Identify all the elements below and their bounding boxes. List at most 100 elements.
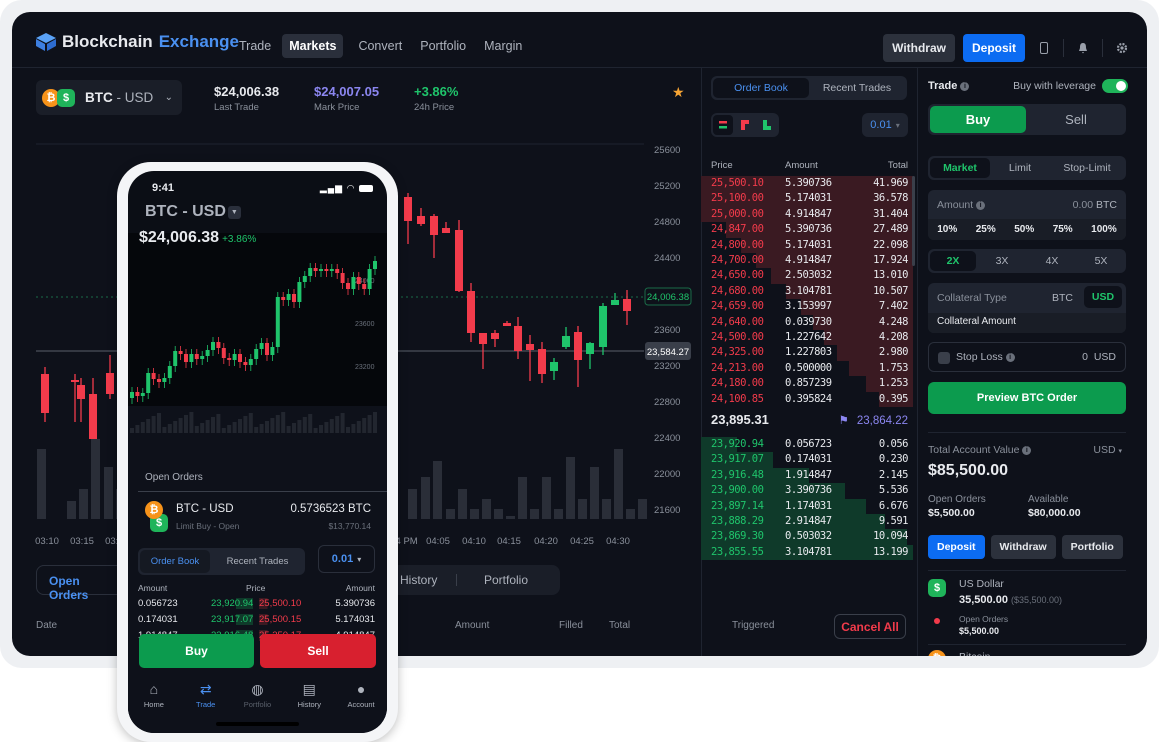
order-type-market[interactable]: Market: [930, 158, 990, 178]
x-tick-label: 03:15: [70, 536, 94, 547]
ask-row[interactable]: 24,680.00 3.104781 10.507: [701, 283, 913, 300]
phone-pair-selector[interactable]: BTC - USD ▼: [145, 203, 241, 221]
ask-row[interactable]: 24,800.00 5.174031 22.098: [701, 237, 913, 253]
gear-icon[interactable]: [1111, 37, 1133, 59]
leverage-4x[interactable]: 4X: [1028, 251, 1076, 271]
both-sides-view-icon[interactable]: [713, 115, 733, 135]
leverage-2x[interactable]: 2X: [930, 251, 976, 271]
ask-row[interactable]: 24,180.00 0.857239 1.253: [701, 376, 913, 392]
asks-view-icon[interactable]: [735, 115, 755, 135]
amount-field[interactable]: Amount i 0.00 BTC 10% 25% 50% 75% 100%: [928, 190, 1126, 240]
pct-50[interactable]: 50%: [1014, 224, 1034, 235]
nav-trade[interactable]: Trade: [232, 34, 278, 58]
tab-history[interactable]: History: [400, 573, 437, 587]
bid-row[interactable]: 23,869.30 0.503032 10.094: [701, 529, 913, 545]
tab-recent-trades[interactable]: Recent Trades: [210, 550, 305, 573]
flag-icon: ⚑: [838, 415, 849, 427]
bid-total: 5.536: [878, 484, 909, 497]
mobile-icon[interactable]: [1033, 37, 1055, 59]
bid-row[interactable]: 23,920.94 0.056723 0.056: [701, 437, 913, 453]
tab-home[interactable]: ⌂ Home: [131, 681, 176, 733]
volume-bar: [221, 428, 226, 433]
stop-loss-field: Stop Loss i 0 USD: [928, 342, 1126, 372]
ask-row[interactable]: 24,213.00 0.500000 1.753: [701, 360, 913, 377]
ask-row[interactable]: 24,650.00 2.503032 13.010: [701, 268, 913, 284]
ask-row[interactable]: 24,325.00 1.227803 2.980: [701, 345, 913, 361]
tab-recent-trades[interactable]: Recent Trades: [809, 78, 905, 98]
buy-tab[interactable]: Buy: [930, 106, 1026, 133]
sell-tab[interactable]: Sell: [1028, 106, 1124, 133]
bid-total: 10.094: [873, 530, 908, 543]
bid-row[interactable]: 23,900.00 3.390736 5.536: [701, 483, 913, 499]
candle: [455, 220, 463, 292]
nav-portfolio[interactable]: Portfolio: [413, 34, 473, 58]
order-type-limit[interactable]: Limit: [990, 158, 1050, 178]
account-portfolio-button[interactable]: Portfolio: [1061, 535, 1123, 559]
amount-percent-presets: 10% 25% 50% 75% 100%: [928, 219, 1126, 240]
leverage-3x[interactable]: 3X: [978, 251, 1026, 271]
phone-book-row[interactable]: 0.056723 23,920.94 25,500.10 5.390736: [138, 598, 375, 612]
ask-row[interactable]: 24,640.00 0.039730 4.248: [701, 314, 913, 330]
order-type-stop-limit[interactable]: Stop-Limit: [1050, 158, 1124, 178]
open-orders-value: Open Orders $5,500.00: [928, 494, 986, 519]
tab-portfolio[interactable]: Portfolio: [484, 573, 528, 587]
phone-precision-select[interactable]: 0.01 ▾: [318, 545, 375, 573]
phone-price-chart[interactable]: 2400023600232002280003:0006:0009:00: [128, 233, 387, 458]
volume-bar: [238, 419, 242, 433]
currency-select[interactable]: USD ▾: [1093, 444, 1122, 456]
bid-row[interactable]: 23,897.14 1.174031 6.676: [701, 498, 913, 514]
collateral-usd[interactable]: USD: [1084, 286, 1122, 308]
y-tick-label: 23600: [654, 325, 680, 336]
phone-buy-button[interactable]: Buy: [139, 634, 254, 668]
account-deposit-button[interactable]: Deposit: [928, 535, 985, 559]
collateral-btc[interactable]: BTC: [1052, 292, 1073, 304]
y-tick-label: 22800: [654, 397, 680, 408]
favorite-star-icon[interactable]: ★: [672, 84, 685, 101]
info-icon: i: [1005, 352, 1015, 362]
ask-row[interactable]: 25,500.10 5.390736 41.969: [701, 176, 913, 192]
leverage-5x[interactable]: 5X: [1078, 251, 1124, 271]
bid-amount: 0.503032: [785, 530, 832, 543]
pct-10[interactable]: 10%: [937, 224, 957, 235]
ask-row[interactable]: 24,700.00 4.914847 17.924: [701, 253, 913, 269]
ask-row[interactable]: 24,659.00 3.153997 7.402: [701, 299, 913, 315]
leverage-toggle[interactable]: [1102, 79, 1128, 93]
withdraw-button[interactable]: Withdraw: [883, 34, 955, 62]
preview-order-button[interactable]: Preview BTC Order: [928, 382, 1126, 414]
nav-margin[interactable]: Margin: [477, 34, 529, 58]
bid-row[interactable]: 23,916.48 1.914847 2.145: [701, 467, 913, 484]
bid-row[interactable]: 23,917.07 0.174031 0.230: [701, 452, 913, 468]
ask-total: 0.395: [878, 392, 909, 405]
24h-price-stat: +3.86% 24h Price: [414, 84, 459, 113]
account-withdraw-button[interactable]: Withdraw: [990, 535, 1056, 559]
tab-order-book[interactable]: Order Book: [140, 550, 210, 573]
ask-row[interactable]: 25,000.00 4.914847 31.404: [701, 206, 913, 223]
stop-loss-checkbox[interactable]: [938, 352, 950, 364]
pct-25[interactable]: 25%: [976, 224, 996, 235]
ask-row[interactable]: 24,500.00 1.227642 4.208: [701, 330, 913, 346]
tab-order-book[interactable]: Order Book: [713, 78, 809, 98]
stop-loss-value[interactable]: 0 USD: [1082, 351, 1116, 363]
ask-row[interactable]: 24,847.00 5.390736 27.489: [701, 222, 913, 238]
deposit-button[interactable]: Deposit: [962, 34, 1025, 62]
bell-icon[interactable]: [1072, 37, 1094, 59]
brand-logo[interactable]: Blockchain Exchange: [36, 32, 239, 52]
ask-amount: 0.395824: [785, 392, 832, 405]
pct-100[interactable]: 100%: [1091, 224, 1117, 235]
nav-markets[interactable]: Markets: [282, 34, 344, 58]
phone-book-row[interactable]: 0.174031 23,917.07 25,500.15 5.174031: [138, 614, 375, 628]
precision-select[interactable]: 0.01 ▾: [862, 113, 908, 137]
bid-row[interactable]: 23,855.55 3.104781 13.199: [701, 544, 913, 561]
ask-row[interactable]: 25,100.00 5.174031 36.578: [701, 191, 913, 207]
phone-sell-button[interactable]: Sell: [260, 634, 376, 668]
bid-row[interactable]: 23,888.29 2.914847 9.591: [701, 514, 913, 530]
bids-view-icon[interactable]: [757, 115, 777, 135]
nav-convert[interactable]: Convert: [351, 34, 409, 58]
pair-selector[interactable]: ₿ $ BTC - USD ⌄: [36, 80, 182, 115]
ask-total: 4.248: [878, 315, 909, 328]
scrollbar[interactable]: [912, 176, 915, 266]
order-pair[interactable]: BTC - USD: [176, 503, 234, 515]
tab-account[interactable]: ● Account: [339, 681, 384, 733]
collateral-amount-field[interactable]: Collateral Amount: [928, 313, 1126, 333]
pct-75[interactable]: 75%: [1053, 224, 1073, 235]
